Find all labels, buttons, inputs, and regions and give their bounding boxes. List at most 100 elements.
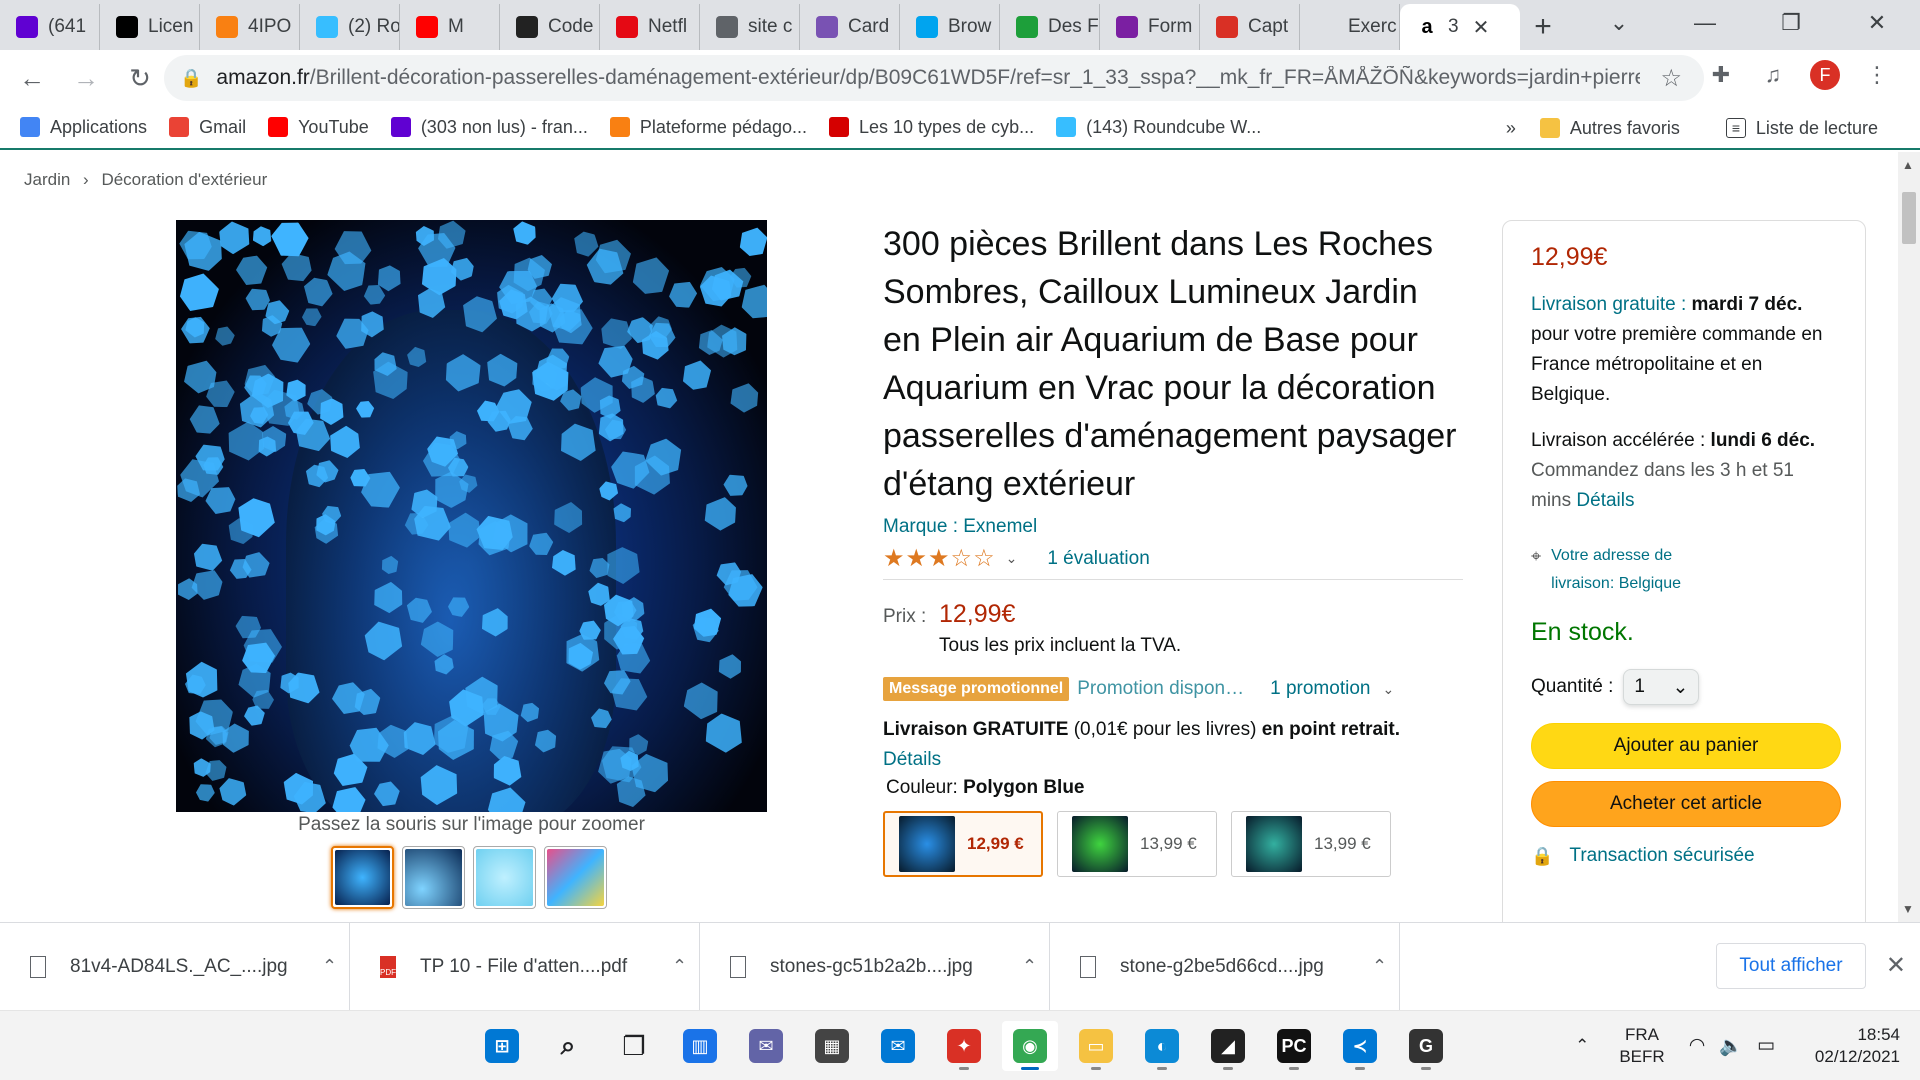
- new-tab-icon[interactable]: +: [1520, 4, 1566, 50]
- scrollbar-thumb[interactable]: [1902, 192, 1916, 244]
- close-window-icon[interactable]: ✕: [1834, 0, 1920, 46]
- browser-tab-active[interactable]: a 3 ✕: [1400, 4, 1520, 50]
- chevron-down-icon[interactable]: ⌄: [1382, 681, 1394, 698]
- extensions-icon[interactable]: ✚: [1706, 60, 1736, 90]
- buy-now-button[interactable]: Acheter cet article: [1531, 781, 1841, 827]
- widgets-icon[interactable]: ▥: [672, 1021, 728, 1071]
- vscode-icon[interactable]: ≺: [1332, 1021, 1388, 1071]
- file-explorer-icon[interactable]: ▭: [1068, 1021, 1124, 1071]
- browser-tab[interactable]: M: [400, 4, 500, 50]
- scroll-up-icon[interactable]: ▲: [1902, 158, 1914, 172]
- address-bar[interactable]: 🔒 amazon.fr/Brillent-décoration-passerel…: [164, 55, 1704, 101]
- browser-tab[interactable]: Code: [500, 4, 600, 50]
- bookmark-item[interactable]: Gmail: [169, 117, 246, 138]
- breadcrumb-link-jardin[interactable]: Jardin: [24, 170, 70, 189]
- download-item[interactable]: 81v4-AD84LS._AC_....jpg ⌃: [0, 922, 350, 1011]
- chevron-up-icon[interactable]: ⌃: [322, 956, 337, 977]
- thumbnail-2[interactable]: [402, 846, 465, 909]
- chevron-down-icon[interactable]: ⌄: [1006, 550, 1018, 567]
- gift-icon[interactable]: ✦: [936, 1021, 992, 1071]
- close-icon[interactable]: ✕: [1886, 951, 1906, 980]
- bookmark-item[interactable]: YouTube: [268, 117, 369, 138]
- g-app-icon[interactable]: G: [1398, 1021, 1454, 1071]
- download-item[interactable]: PDF TP 10 - File d'atten....pdf ⌃: [350, 922, 700, 1011]
- download-item[interactable]: stones-gc51b2a2b....jpg ⌃: [700, 922, 1050, 1011]
- thumbnail-4[interactable]: [544, 846, 607, 909]
- colour-swatch[interactable]: 13,99 €: [1057, 811, 1217, 877]
- free-delivery-link[interactable]: Livraison gratuite :: [1531, 294, 1686, 315]
- chevron-up-icon[interactable]: ⌃: [672, 956, 687, 977]
- bookmark-item[interactable]: (143) Roundcube W...: [1056, 117, 1261, 138]
- chevron-up-icon[interactable]: ⌃: [1372, 956, 1387, 977]
- chevron-up-icon[interactable]: ⌃: [1022, 956, 1037, 977]
- minimize-icon[interactable]: —: [1662, 0, 1748, 46]
- chevron-up-icon[interactable]: ⌃: [1575, 1036, 1589, 1056]
- close-icon[interactable]: ✕: [1473, 15, 1490, 40]
- sticky-notes-icon[interactable]: ◢: [1200, 1021, 1256, 1071]
- bookmark-item[interactable]: Applications: [20, 117, 147, 138]
- rating-count-link[interactable]: 1 évaluation: [1047, 548, 1149, 570]
- browser-tab[interactable]: Des F: [1000, 4, 1100, 50]
- chrome-icon[interactable]: ◉: [1002, 1021, 1058, 1071]
- browser-tab[interactable]: Card: [800, 4, 900, 50]
- browser-tab[interactable]: Netfl: [600, 4, 700, 50]
- clock[interactable]: 18:54 02/12/2021: [1815, 1024, 1900, 1068]
- browser-tab[interactable]: Capt: [1200, 4, 1300, 50]
- bookmark-item[interactable]: Plateforme pédago...: [609, 117, 807, 138]
- edge-icon[interactable]: ◐: [1134, 1021, 1190, 1071]
- task-view-icon[interactable]: ❐: [606, 1021, 662, 1071]
- start-icon[interactable]: ⊞: [474, 1021, 530, 1071]
- search-icon[interactable]: ⌕: [540, 1021, 596, 1071]
- reading-list[interactable]: ≡ Liste de lecture: [1725, 118, 1878, 139]
- reload-icon[interactable]: ↻: [118, 56, 162, 100]
- scroll-down-icon[interactable]: ▼: [1902, 902, 1914, 916]
- mail-icon[interactable]: ✉: [870, 1021, 926, 1071]
- battery-icon[interactable]: ▭: [1757, 1034, 1775, 1058]
- restore-icon[interactable]: ❐: [1748, 0, 1834, 46]
- browser-tab[interactable]: Form: [1100, 4, 1200, 50]
- star-rating-icon[interactable]: ★★★☆☆: [883, 544, 996, 573]
- details-link[interactable]: Détails: [883, 749, 941, 770]
- promo-available[interactable]: Promotion dispon…: [1077, 678, 1244, 700]
- wifi-icon[interactable]: ◠: [1689, 1034, 1706, 1058]
- bookmark-item[interactable]: (303 non lus) - fran...: [390, 117, 588, 138]
- bookmark-star-icon[interactable]: ☆: [1660, 64, 1682, 93]
- delivery-address[interactable]: ⌖ Votre adresse de livraison: Belgique: [1531, 542, 1837, 598]
- browser-tab[interactable]: (2) Ro: [300, 4, 400, 50]
- order-details-link[interactable]: Détails: [1576, 490, 1634, 511]
- back-icon[interactable]: ←: [10, 56, 54, 100]
- download-item[interactable]: stone-g2be5d66cd....jpg ⌃: [1050, 922, 1400, 1011]
- quantity-select[interactable]: 1 ⌄: [1623, 669, 1700, 705]
- other-favorites[interactable]: Autres favoris: [1539, 118, 1680, 139]
- add-to-cart-button[interactable]: Ajouter au panier: [1531, 723, 1841, 769]
- page-scrollbar[interactable]: ▲ ▼: [1898, 152, 1920, 922]
- store-icon[interactable]: ▦: [804, 1021, 860, 1071]
- browser-tab[interactable]: Brow: [900, 4, 1000, 50]
- browser-tab[interactable]: Licen: [100, 4, 200, 50]
- media-control-icon[interactable]: ♫: [1758, 60, 1788, 90]
- browser-tab[interactable]: (641: [0, 4, 100, 50]
- forward-icon[interactable]: →: [64, 56, 108, 100]
- colour-swatch[interactable]: 12,99 €: [883, 811, 1043, 877]
- product-main-image[interactable]: [176, 220, 767, 812]
- teams-chat-icon[interactable]: ✉: [738, 1021, 794, 1071]
- bookmarks-overflow-icon[interactable]: »: [1506, 118, 1516, 139]
- brand-link[interactable]: Marque : Exnemel: [883, 516, 1463, 538]
- thumbnail-1[interactable]: [331, 846, 394, 909]
- browser-tab[interactable]: Exerc: [1300, 4, 1400, 50]
- browser-tab[interactable]: site c: [700, 4, 800, 50]
- language-indicator[interactable]: FRA BEFR: [1619, 1024, 1664, 1068]
- browser-tab[interactable]: 4IPO: [200, 4, 300, 50]
- show-all-downloads-button[interactable]: Tout afficher: [1716, 943, 1866, 989]
- tab-search-icon[interactable]: ⌄: [1576, 0, 1662, 46]
- pycharm-icon[interactable]: PC: [1266, 1021, 1322, 1071]
- colour-swatch[interactable]: 13,99 €: [1231, 811, 1391, 877]
- profile-avatar[interactable]: F: [1810, 60, 1840, 90]
- thumbnail-3[interactable]: [473, 846, 536, 909]
- bookmark-item[interactable]: Les 10 types de cyb...: [829, 117, 1034, 138]
- breadcrumb-link-decoration[interactable]: Décoration d'extérieur: [101, 170, 267, 189]
- volume-icon[interactable]: 🔈: [1719, 1034, 1743, 1058]
- menu-icon[interactable]: ⋮: [1862, 60, 1892, 90]
- secure-transaction[interactable]: 🔒 Transaction sécurisée: [1531, 845, 1837, 867]
- promo-count-link[interactable]: 1 promotion: [1270, 678, 1370, 700]
